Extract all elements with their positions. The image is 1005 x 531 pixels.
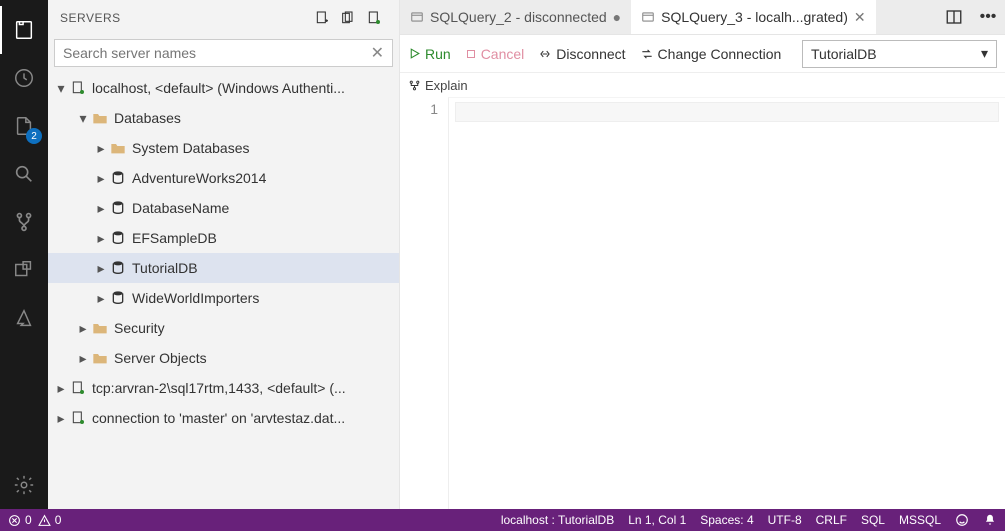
code-editor[interactable]: 1 xyxy=(400,97,1005,509)
explain-button[interactable]: Explain xyxy=(408,78,468,93)
chevron-right-icon: ▸ xyxy=(94,260,108,277)
status-encoding[interactable]: UTF-8 xyxy=(768,513,802,527)
line-gutter: 1 xyxy=(400,97,448,509)
status-feedback-icon[interactable] xyxy=(955,513,969,527)
sub-toolbar: Explain xyxy=(400,73,1005,97)
sidebar-title: SERVERS xyxy=(60,11,309,25)
status-connection[interactable]: localhost : TutorialDB xyxy=(501,513,614,527)
run-button[interactable]: Run xyxy=(408,46,451,62)
cancel-button[interactable]: Cancel xyxy=(465,46,525,62)
tree-db-databasename[interactable]: ▸ DatabaseName xyxy=(48,193,399,223)
chevron-right-icon: ▸ xyxy=(54,380,68,397)
code-content[interactable] xyxy=(448,97,1005,509)
status-bell-icon[interactable] xyxy=(983,513,997,527)
sidebar: SERVERS ✕ ▾ localhost, <default> (Window… xyxy=(48,0,400,509)
tree-db-tutorialdb[interactable]: ▸ TutorialDB xyxy=(48,253,399,283)
status-language[interactable]: SQL xyxy=(861,513,885,527)
activity-source-control[interactable] xyxy=(0,198,48,246)
tree-system-databases[interactable]: ▸ System Databases xyxy=(48,133,399,163)
chevron-right-icon: ▸ xyxy=(54,410,68,427)
explorer-badge: 2 xyxy=(26,128,42,144)
status-eol[interactable]: CRLF xyxy=(816,513,847,527)
close-icon[interactable]: ✕ xyxy=(854,9,866,26)
disconnect-button[interactable]: Disconnect xyxy=(538,46,625,62)
new-group-icon[interactable] xyxy=(335,10,361,26)
clear-search-icon[interactable]: ✕ xyxy=(371,43,384,63)
activity-bar: 2 xyxy=(0,0,48,509)
tree-server-arvran[interactable]: ▸ tcp:arvran-2\sql17rtm,1433, <default> … xyxy=(48,373,399,403)
chevron-down-icon: ▾ xyxy=(76,110,90,127)
server-tree: ▾ localhost, <default> (Windows Authenti… xyxy=(48,73,399,509)
database-icon xyxy=(108,170,128,186)
folder-icon xyxy=(108,141,128,155)
tree-server-arvtestaz[interactable]: ▸ connection to 'master' on 'arvtestaz.d… xyxy=(48,403,399,433)
tree-security-folder[interactable]: ▸ Security xyxy=(48,313,399,343)
activity-azure[interactable] xyxy=(0,294,48,342)
activity-settings[interactable] xyxy=(0,461,48,509)
server-icon xyxy=(68,80,88,96)
database-icon xyxy=(108,290,128,306)
search-input-wrap[interactable]: ✕ xyxy=(54,39,393,67)
database-icon xyxy=(108,200,128,216)
activity-extensions[interactable] xyxy=(0,246,48,294)
database-icon xyxy=(108,230,128,246)
tree-serverobjects-folder[interactable]: ▸ Server Objects xyxy=(48,343,399,373)
change-connection-button[interactable]: Change Connection xyxy=(640,46,782,62)
chevron-right-icon: ▸ xyxy=(94,290,108,307)
tree-server-localhost[interactable]: ▾ localhost, <default> (Windows Authenti… xyxy=(48,73,399,103)
chevron-down-icon: ▾ xyxy=(54,80,68,97)
split-editor-icon[interactable] xyxy=(937,0,971,34)
folder-icon xyxy=(90,351,110,365)
chevron-right-icon: ▸ xyxy=(94,170,108,187)
query-toolbar: Run Cancel Disconnect Change Connection … xyxy=(400,35,1005,73)
editor-area: SQLQuery_2 - disconnected ● SQLQuery_3 -… xyxy=(400,0,1005,509)
database-icon xyxy=(108,260,128,276)
folder-icon xyxy=(90,111,110,125)
chevron-right-icon: ▸ xyxy=(76,320,90,337)
server-icon xyxy=(68,380,88,396)
folder-icon xyxy=(90,321,110,335)
activity-explorer[interactable]: 2 xyxy=(0,102,48,150)
more-icon[interactable]: ••• xyxy=(971,0,1005,34)
editor-tabs: SQLQuery_2 - disconnected ● SQLQuery_3 -… xyxy=(400,0,1005,35)
activity-servers[interactable] xyxy=(0,6,48,54)
status-cursor-pos[interactable]: Ln 1, Col 1 xyxy=(628,513,686,527)
chevron-right-icon: ▸ xyxy=(94,230,108,247)
tab-dirty-icon[interactable]: ● xyxy=(613,9,621,25)
new-connection-icon[interactable] xyxy=(309,10,335,26)
file-icon xyxy=(641,10,655,24)
chevron-right-icon: ▸ xyxy=(76,350,90,367)
status-indent[interactable]: Spaces: 4 xyxy=(700,513,753,527)
status-warnings[interactable]: 0 xyxy=(38,513,62,527)
status-bar: 0 0 localhost : TutorialDB Ln 1, Col 1 S… xyxy=(0,509,1005,531)
tab-sqlquery2[interactable]: SQLQuery_2 - disconnected ● xyxy=(400,0,631,34)
database-select[interactable]: TutorialDB ▾ xyxy=(802,40,997,68)
status-errors[interactable]: 0 xyxy=(8,513,32,527)
chevron-right-icon: ▸ xyxy=(94,140,108,157)
activity-search[interactable] xyxy=(0,150,48,198)
new-query-icon[interactable] xyxy=(361,10,387,26)
server-icon xyxy=(68,410,88,426)
sidebar-header: SERVERS xyxy=(48,0,399,35)
activity-task-history[interactable] xyxy=(0,54,48,102)
tab-sqlquery3[interactable]: SQLQuery_3 - localh...grated) ✕ xyxy=(631,0,876,34)
search-input[interactable] xyxy=(63,45,371,61)
status-provider[interactable]: MSSQL xyxy=(899,513,941,527)
chevron-right-icon: ▸ xyxy=(94,200,108,217)
file-icon xyxy=(410,10,424,24)
tree-db-adventureworks[interactable]: ▸ AdventureWorks2014 xyxy=(48,163,399,193)
tree-db-efsampledb[interactable]: ▸ EFSampleDB xyxy=(48,223,399,253)
chevron-down-icon: ▾ xyxy=(981,45,988,62)
tree-databases-folder[interactable]: ▾ Databases xyxy=(48,103,399,133)
tree-db-wideworldimporters[interactable]: ▸ WideWorldImporters xyxy=(48,283,399,313)
